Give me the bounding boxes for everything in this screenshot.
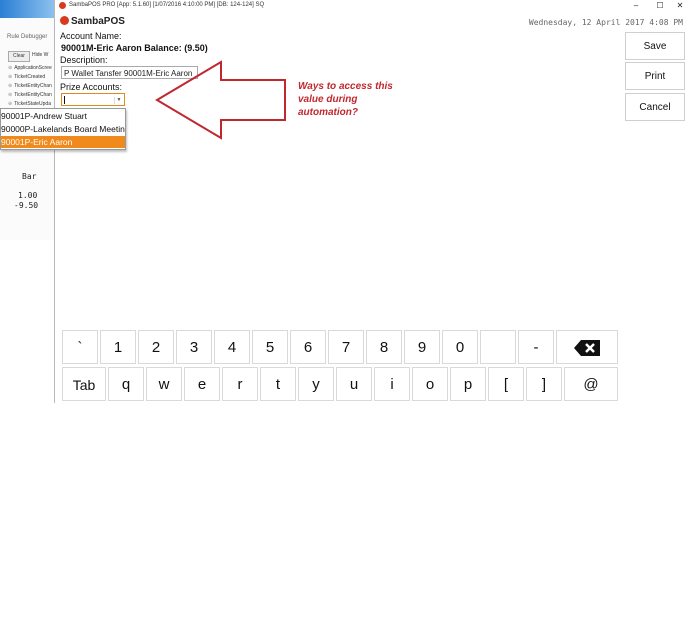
key[interactable]: o — [412, 367, 448, 401]
key[interactable]: ` — [62, 330, 98, 364]
dropdown-option[interactable]: 90000P-Lakelands Board Meeting — [1, 123, 125, 135]
key[interactable]: y — [298, 367, 334, 401]
title-bar: SambaPOS PRO [App: 5.1.60] [1/07/2016 4:… — [55, 0, 690, 12]
background-window: Rule Debugger Clear Hide W ApplicationSc… — [0, 0, 54, 403]
key[interactable]: 5 — [252, 330, 288, 364]
key[interactable]: 2 — [138, 330, 174, 364]
key[interactable]: 8 — [366, 330, 402, 364]
chevron-down-icon[interactable]: ▼ — [114, 97, 123, 104]
rule-debugger-item[interactable]: TicketEntityChan — [8, 83, 52, 89]
key-tab[interactable]: Tab — [62, 367, 106, 401]
backspace-key[interactable] — [556, 330, 618, 364]
key[interactable]: 0 — [442, 330, 478, 364]
minimize-button[interactable]: – — [625, 0, 647, 12]
close-button[interactable]: ✕ — [669, 0, 690, 12]
key[interactable]: u — [336, 367, 372, 401]
sambapos-logo: SambaPOS — [71, 16, 125, 27]
on-screen-keyboard: ` 1 2 3 4 5 6 7 8 9 0 - Tab q w e r t y … — [62, 330, 690, 403]
key[interactable]: 4 — [214, 330, 250, 364]
key[interactable]: 9 — [404, 330, 440, 364]
key[interactable]: t — [260, 367, 296, 401]
key[interactable]: e — [184, 367, 220, 401]
prize-accounts-label: Prize Accounts: — [60, 82, 123, 92]
annotation-arrow-icon — [155, 60, 286, 140]
cancel-button[interactable]: Cancel — [625, 93, 685, 121]
annotation-text: Ways to access this value during automat… — [298, 81, 393, 118]
key[interactable]: - — [518, 330, 554, 364]
account-name-label: Account Name: — [60, 31, 122, 41]
text-caret — [64, 96, 65, 104]
rule-debugger-title: Rule Debugger — [7, 34, 48, 40]
key[interactable] — [480, 330, 516, 364]
account-name-value: 90001M-Eric Aaron Balance: (9.50) — [61, 43, 208, 53]
background-value: -9.50 — [14, 201, 39, 210]
rule-debugger-hide-checkbox[interactable]: Hide W — [32, 52, 48, 58]
prize-accounts-select[interactable]: ▼ — [61, 93, 125, 106]
key[interactable]: ] — [526, 367, 562, 401]
rule-debugger-item[interactable]: TicketStateUpda — [8, 101, 51, 107]
key[interactable]: w — [146, 367, 182, 401]
rule-debugger-item[interactable]: TicketCreated — [8, 74, 45, 80]
backspace-icon — [574, 340, 600, 357]
key[interactable]: i — [374, 367, 410, 401]
key[interactable]: q — [108, 367, 144, 401]
window-title: SambaPOS PRO [App: 5.1.60] [1/07/2016 4:… — [69, 2, 265, 8]
background-bar-label: Bar — [22, 172, 37, 181]
key[interactable]: 1 — [100, 330, 136, 364]
key[interactable]: 6 — [290, 330, 326, 364]
current-datetime: Wednesday, 12 April 2017 4:08 PM — [528, 18, 683, 27]
maximize-button[interactable]: ☐ — [649, 0, 671, 12]
desktop-strip — [0, 0, 54, 18]
key[interactable]: r — [222, 367, 258, 401]
app-icon — [59, 2, 66, 9]
description-label: Description: — [60, 55, 108, 65]
rule-debugger-item[interactable]: TicketEntityChan — [8, 92, 52, 98]
dropdown-option[interactable]: 90001P-Andrew Stuart — [1, 110, 125, 122]
key[interactable]: p — [450, 367, 486, 401]
print-button[interactable]: Print — [625, 62, 685, 90]
rule-debugger-item[interactable]: ApplicationScree — [8, 65, 52, 71]
sambapos-logo-icon — [60, 16, 69, 25]
save-button[interactable]: Save — [625, 32, 685, 60]
key[interactable]: [ — [488, 367, 524, 401]
dropdown-option-selected[interactable]: 90001P-Eric Aaron — [1, 136, 125, 148]
key[interactable]: 3 — [176, 330, 212, 364]
key[interactable]: 7 — [328, 330, 364, 364]
rule-debugger-clear-button[interactable]: Clear — [8, 51, 30, 62]
background-value: 1.00 — [18, 191, 38, 200]
key[interactable]: @ — [564, 367, 618, 401]
prize-accounts-dropdown: 90001P-Andrew Stuart 90000P-Lakelands Bo… — [0, 108, 126, 150]
